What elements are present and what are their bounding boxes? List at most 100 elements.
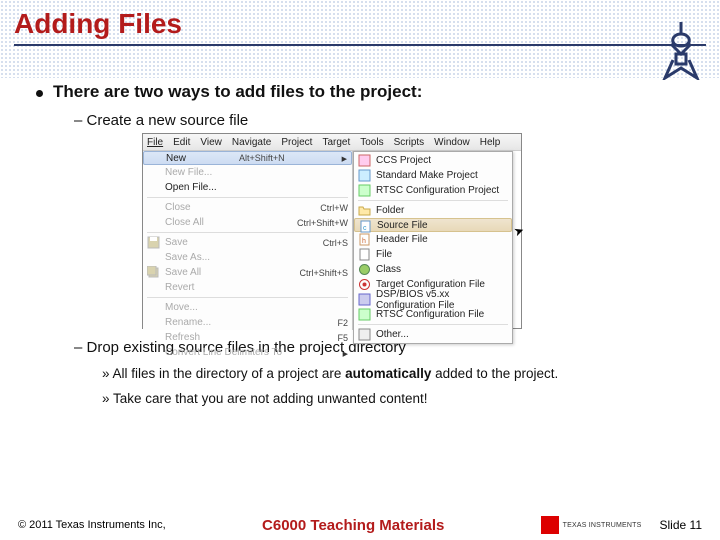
menu-item-file[interactable]: File: [354, 247, 512, 262]
target-icon: [358, 278, 371, 291]
menu-item-new[interactable]: New Alt+Shift+N: [143, 151, 352, 165]
menu-item-label: New File...: [165, 167, 212, 178]
menu-item-header-file[interactable]: h Header File: [354, 232, 512, 247]
menu-item-save-all: Save All Ctrl+Shift+S: [143, 265, 352, 280]
menu-item-rtsc-configuration-project[interactable]: RTSC Configuration Project: [354, 183, 512, 198]
menu-item-close-all: Close All Ctrl+Shift+W: [143, 215, 352, 230]
b3a-post: added to the project.: [431, 366, 558, 381]
menu-item-save: Save Ctrl+S: [143, 235, 352, 250]
menu-separator: [358, 324, 508, 325]
menu-item-rtsc-configuration-file[interactable]: RTSC Configuration File: [354, 307, 512, 322]
menu-item-label: Other...: [376, 329, 409, 340]
menubar-item-window[interactable]: Window: [434, 137, 470, 148]
menu-separator: [358, 200, 508, 201]
menu-shortcut: Alt+Shift+N: [239, 153, 285, 163]
menu-shortcut: F5: [337, 333, 348, 343]
menu-item-label: Header File: [376, 234, 428, 245]
menu-item-other[interactable]: Other...: [354, 327, 512, 342]
menu-item-label: RTSC Configuration File: [376, 309, 484, 320]
bullet-level3-b: Take care that you are not adding unwant…: [102, 391, 698, 406]
content-area: There are two ways to add files to the p…: [0, 46, 720, 406]
title-underline: [14, 44, 706, 46]
menu-item-source-file[interactable]: cSource File: [354, 218, 512, 232]
copyright: © 2011 Texas Instruments Inc,: [18, 519, 166, 531]
slide-title: Adding Files: [0, 0, 720, 44]
class-icon: [358, 263, 371, 276]
saveall-icon: [147, 266, 160, 279]
menu-item-label: Standard Make Project: [376, 170, 478, 181]
cursor-icon: ➤: [512, 223, 526, 240]
menu-item-ccs-project[interactable]: CCS Project: [354, 153, 512, 168]
hfile-icon: h: [358, 233, 371, 246]
menu-item-standard-make-project[interactable]: Standard Make Project: [354, 168, 512, 183]
rtsc-icon: [358, 184, 371, 197]
menu-item-label: Open File...: [165, 182, 217, 193]
ti-logo-text: TEXAS INSTRUMENTS: [563, 522, 642, 529]
ccs-icon: [358, 154, 371, 167]
menu-screenshot: File Edit View Navigate Project Target Tools Sc…: [142, 133, 522, 329]
menu-separator: [147, 232, 348, 233]
menu-item-label: Class: [376, 264, 401, 275]
bullet-level2-a: Create a new source file: [74, 112, 698, 129]
menu-item-label: Save: [165, 237, 188, 248]
menu-item-label: RTSC Configuration Project: [376, 185, 499, 196]
file-menu: New Alt+Shift+N New File... Open File... Clo…: [143, 151, 353, 330]
menu-shortcut: Ctrl+S: [323, 238, 348, 248]
menu-shortcut: Ctrl+Shift+S: [299, 268, 348, 278]
new-submenu: ➤ CCS ProjectStandard Make ProjectRTSC C…: [353, 151, 513, 344]
submenu-arrow-icon: [338, 153, 347, 163]
menu-item-label: Close: [165, 202, 191, 213]
menu-item-label: Refresh: [165, 332, 200, 343]
menu-item-dsp-bios-v5-xx-configuration-file[interactable]: DSP/BIOS v5.xx Configuration File: [354, 292, 512, 307]
menu-item-label: Save As...: [165, 252, 210, 263]
menubar-item-navigate[interactable]: Navigate: [232, 137, 271, 148]
bios-icon: [358, 293, 371, 306]
file-icon: [358, 248, 371, 261]
bullet-level1: There are two ways to add files to the p…: [36, 82, 698, 102]
menu-shortcut: F2: [337, 318, 348, 328]
menu-separator: [147, 197, 348, 198]
footer: © 2011 Texas Instruments Inc, C6000 Teac…: [0, 516, 720, 534]
footer-title: C6000 Teaching Materials: [262, 517, 444, 534]
folder-icon: [358, 204, 371, 217]
menubar-item-target[interactable]: Target: [322, 137, 350, 148]
menu-item-close: Close Ctrl+W: [143, 200, 352, 215]
menu-item-label: Revert: [165, 282, 194, 293]
menubar-item-project[interactable]: Project: [281, 137, 312, 148]
menu-item-label: Move...: [165, 302, 198, 313]
svg-text:c: c: [363, 225, 367, 232]
menu-item-open-file[interactable]: Open File...: [143, 180, 352, 195]
menu-item-new-file: New File...: [143, 165, 352, 180]
menu-shortcut: Ctrl+Shift+W: [297, 218, 348, 228]
menubar-item-view[interactable]: View: [200, 137, 222, 148]
menu-item-class[interactable]: Class: [354, 262, 512, 277]
menubar-item-edit[interactable]: Edit: [173, 137, 190, 148]
menubar-item-scripts[interactable]: Scripts: [394, 137, 425, 148]
menu-item-folder[interactable]: Folder: [354, 203, 512, 218]
menu-item-refresh: Refresh F5: [143, 330, 352, 345]
menu-item-label: Convert Line Delimiters To: [165, 347, 282, 358]
ti-logo: TEXAS INSTRUMENTS: [541, 516, 642, 534]
bullet-dot-icon: [36, 90, 43, 97]
bullet-level3-a: All files in the directory of a project …: [102, 366, 698, 381]
submenu-arrow-icon: [339, 348, 348, 358]
make-icon: [358, 169, 371, 182]
menu-item-label: Close All: [165, 217, 204, 228]
menu-separator: [147, 297, 348, 298]
other-icon: [358, 328, 371, 341]
menubar-item-help[interactable]: Help: [480, 137, 501, 148]
menubar: File Edit View Navigate Project Target Tools Sc…: [143, 134, 521, 151]
save-icon: [147, 236, 160, 249]
ti-logo-icon: [541, 516, 559, 534]
bullet1-text: There are two ways to add files to the p…: [53, 82, 422, 102]
menu-item-label: New: [166, 153, 186, 164]
institution-logo: [658, 20, 704, 84]
menu-shortcut: Ctrl+W: [320, 203, 348, 213]
svg-text:h: h: [362, 238, 366, 245]
menubar-item-tools[interactable]: Tools: [360, 137, 383, 148]
b3a-pre: All files in the directory of a project …: [113, 366, 346, 381]
menu-item-convert-line-delimiters-to: Convert Line Delimiters To: [143, 345, 352, 360]
b3a-bold: automatically: [345, 366, 431, 381]
menu-item-label: Save All: [165, 267, 201, 278]
menubar-item-file[interactable]: File: [147, 137, 163, 148]
